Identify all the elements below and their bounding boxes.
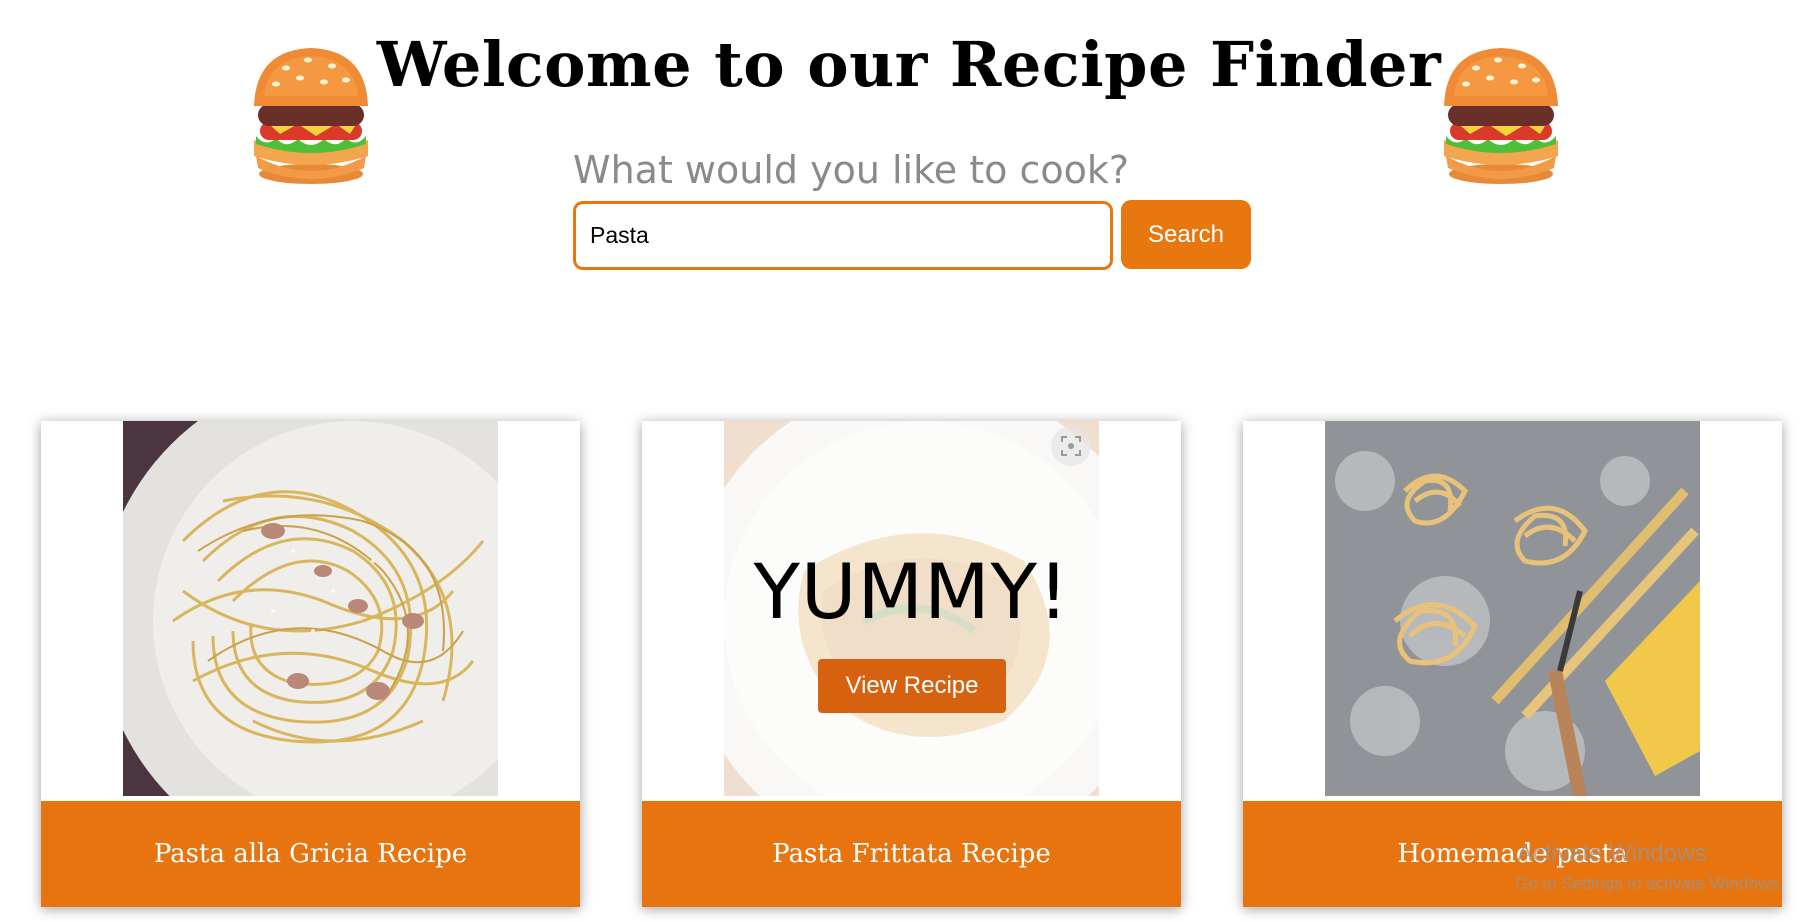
- recipe-card[interactable]: Homemade pasta: [1243, 421, 1782, 907]
- hover-heading: YUMMY!: [753, 547, 1070, 636]
- search-prompt: What would you like to cook?: [573, 148, 1130, 192]
- recipe-card[interactable]: Pasta alla Gricia Recipe: [41, 421, 580, 907]
- activation-watermark-title: Activate Windows: [1517, 840, 1707, 867]
- search-input[interactable]: [573, 201, 1113, 270]
- burger-icon: [254, 48, 368, 184]
- recipe-title: Pasta Frittata Recipe: [772, 839, 1051, 869]
- recipe-card-footer: Pasta alla Gricia Recipe: [41, 801, 580, 907]
- view-recipe-button[interactable]: View Recipe: [818, 659, 1006, 713]
- recipe-image: [1325, 421, 1700, 796]
- recipe-card-footer: Pasta Frittata Recipe: [642, 801, 1181, 907]
- lens-icon[interactable]: [1051, 426, 1091, 466]
- recipe-card[interactable]: YUMMY! View Recipe Pasta Frittata Recipe: [642, 421, 1181, 907]
- recipe-image: YUMMY! View Recipe: [724, 421, 1099, 796]
- recipe-title: Pasta alla Gricia Recipe: [153, 839, 468, 869]
- recipe-image: [123, 421, 498, 796]
- search-button[interactable]: Search: [1121, 200, 1251, 269]
- burger-icon: [1444, 48, 1558, 184]
- activation-watermark-subtitle: Go to Settings to activate Windows.: [1515, 874, 1784, 893]
